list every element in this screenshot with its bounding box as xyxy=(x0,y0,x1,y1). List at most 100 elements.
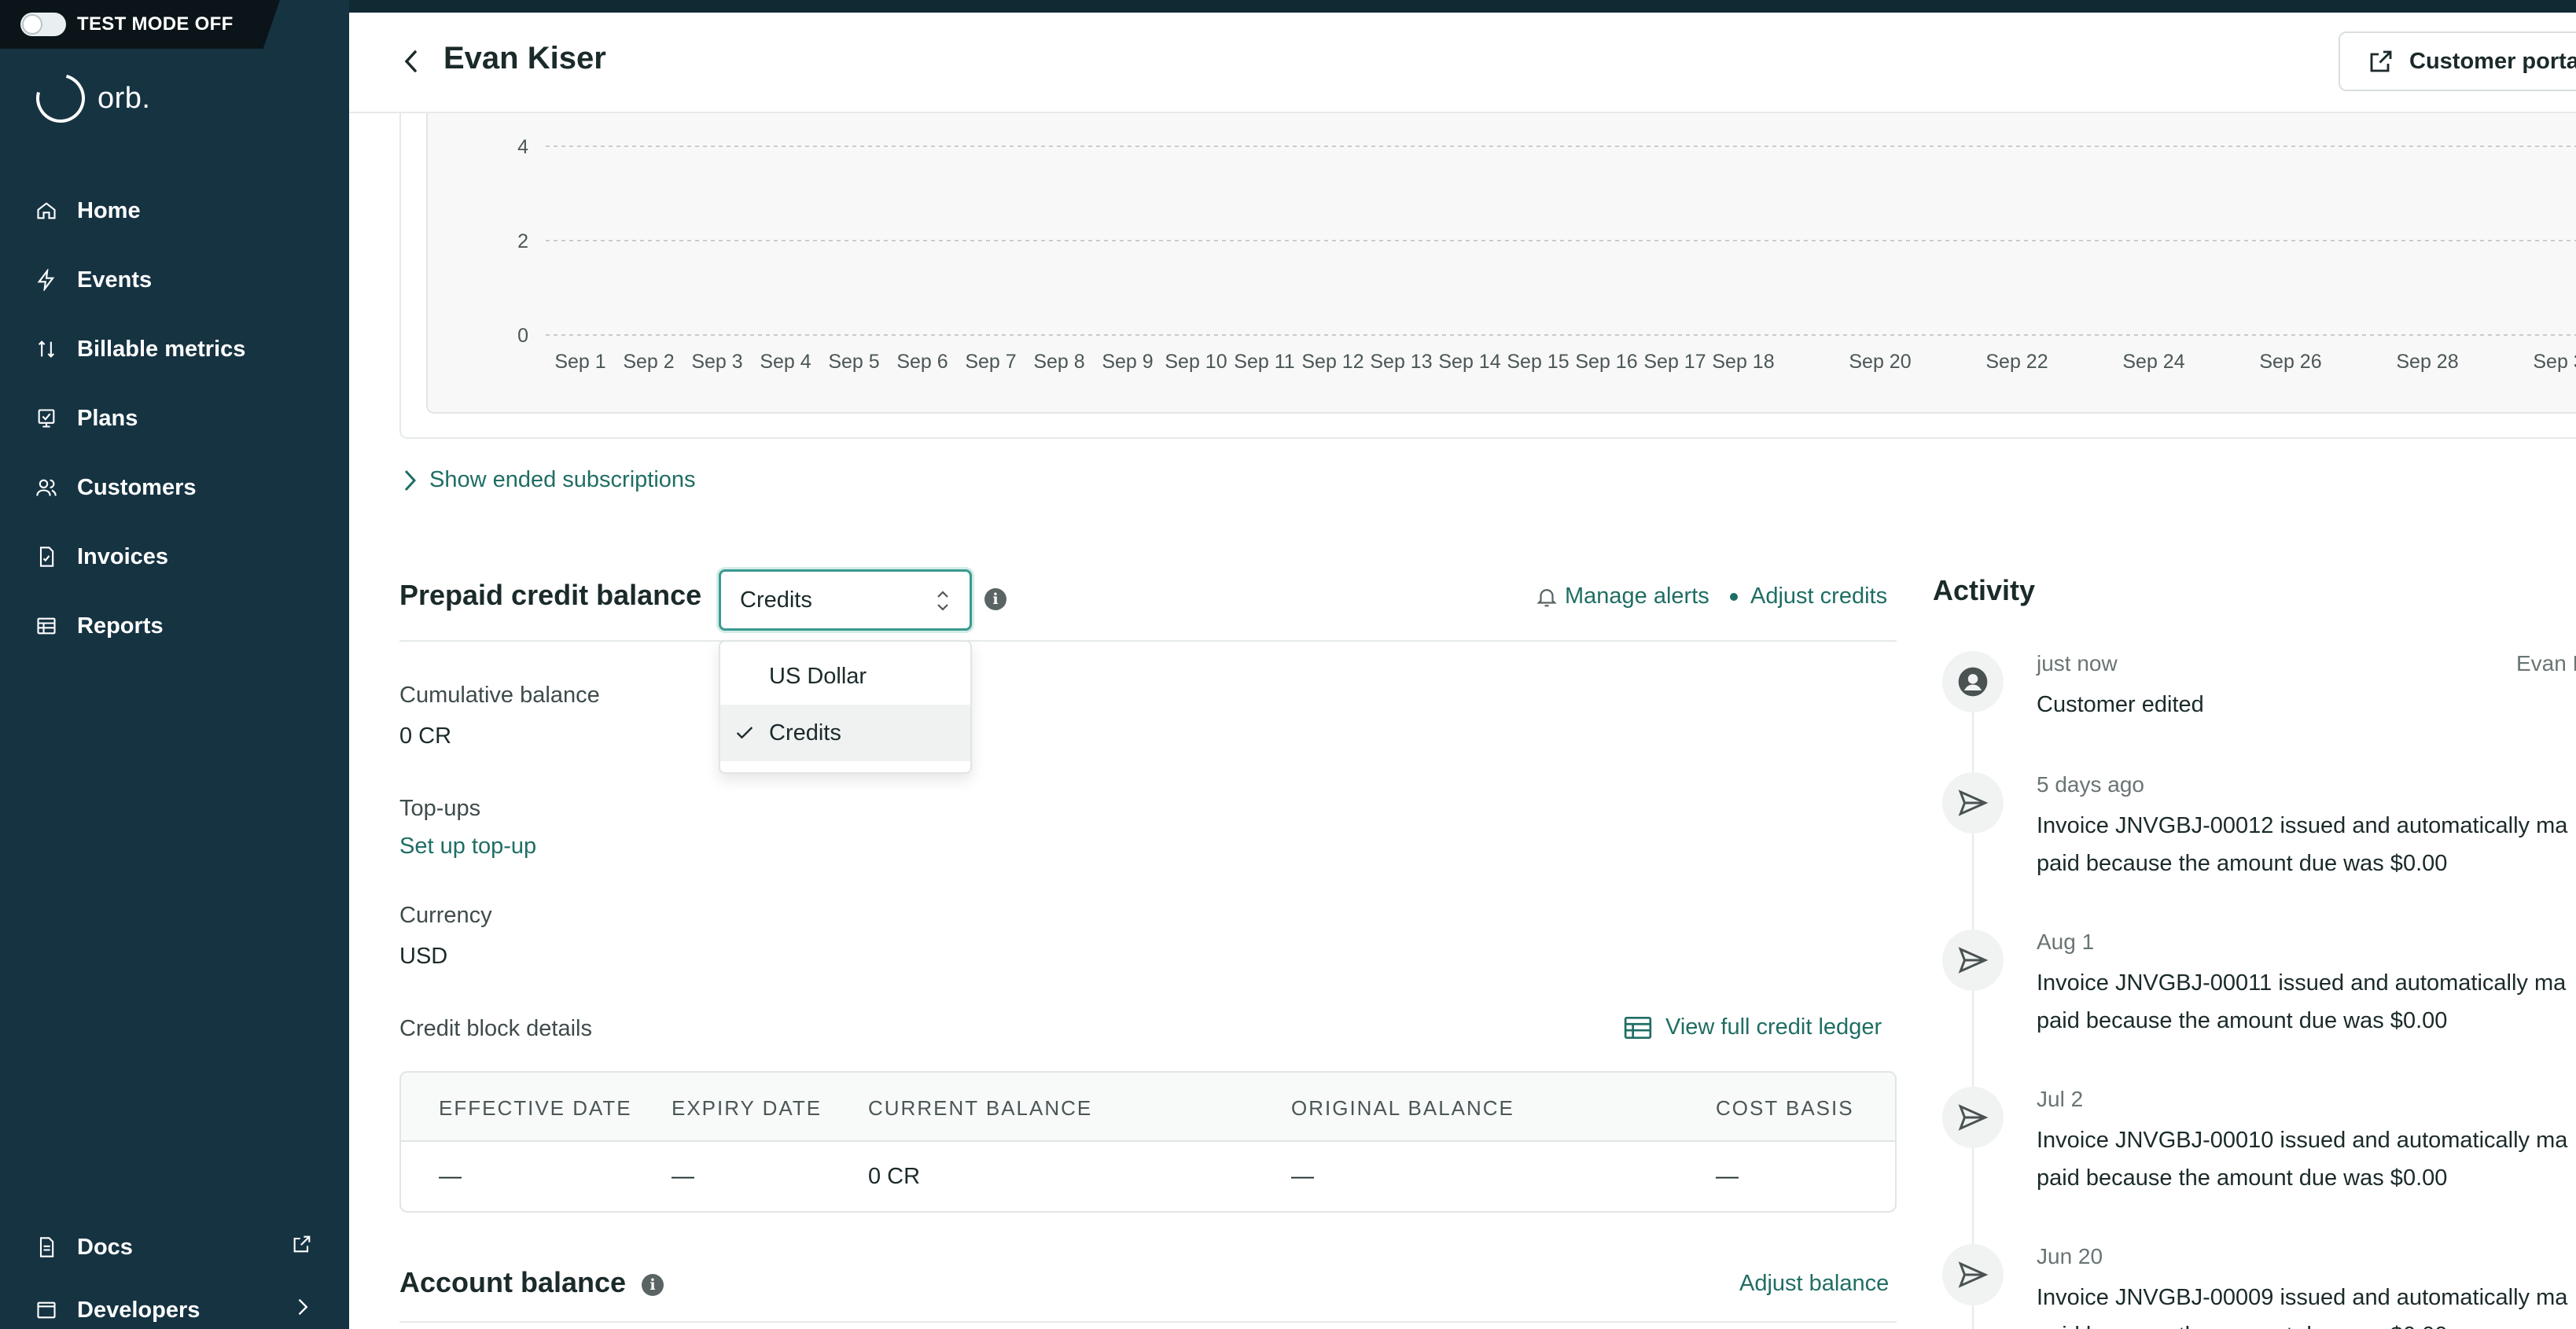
plan-icon xyxy=(35,407,58,430)
credit-block-table: EFFECTIVE DATE EXPIRY DATE CURRENT BALAN… xyxy=(399,1071,1897,1213)
activity-line: Invoice JNVGBJ-00011 issued and automati… xyxy=(2037,970,2567,996)
home-icon xyxy=(35,199,58,223)
x-tick-label: Sep 6 xyxy=(896,351,948,373)
toggle-switch[interactable] xyxy=(20,13,66,36)
manage-alerts-link[interactable]: Manage alerts xyxy=(1535,584,1709,609)
table-cell: — xyxy=(439,1164,462,1189)
external-link-icon xyxy=(2370,50,2392,72)
sidebar-item-reports[interactable]: Reports xyxy=(0,591,349,661)
lightning-icon xyxy=(35,268,58,292)
sidebar-item-billable-metrics[interactable]: Billable metrics xyxy=(0,315,349,384)
page-title: Evan Kiser xyxy=(443,41,606,75)
currency-select[interactable]: Credits xyxy=(719,569,972,631)
back-arrow-icon[interactable] xyxy=(399,46,423,77)
chart-svg: 4 2 0 Sep 1 Sep 2 Sep 3 Sep 4 Sep 5 Sep 6 Sep 7 Se… xyxy=(517,136,2576,373)
activity-time: just now xyxy=(2037,651,2118,676)
activity-time: Jun 20 xyxy=(2037,1244,2103,1268)
prepaid-credit-balance-title: Prepaid credit balance xyxy=(399,579,702,611)
setup-topup-label: Set up top-up xyxy=(399,834,537,859)
x-tick-label: Sep 7 xyxy=(965,351,1016,373)
test-mode-label: TEST MODE OFF xyxy=(77,13,234,35)
setup-topup-link[interactable]: Set up top-up xyxy=(399,834,536,860)
select-caret-icon xyxy=(937,591,948,611)
cumulative-balance-label: Cumulative balance xyxy=(399,683,600,708)
table-cell: — xyxy=(1291,1164,1314,1189)
sidebar-item-label: Billable metrics xyxy=(77,336,246,362)
show-ended-subscriptions-link[interactable]: Show ended subscriptions xyxy=(399,467,696,493)
x-tick-label: Sep 8 xyxy=(1033,351,1084,373)
activity-line: Invoice JNVGBJ-00012 issued and automati… xyxy=(2037,813,2568,838)
table-row: — — 0 CR — — xyxy=(401,1142,1895,1211)
y-tick-label: 2 xyxy=(517,230,528,252)
top-strip xyxy=(0,0,2576,13)
x-tick-label: Sep 3 xyxy=(691,351,742,373)
sidebar-item-plans[interactable]: Plans xyxy=(0,384,349,453)
view-credit-ledger-link[interactable]: View full credit ledger xyxy=(1623,1014,1882,1040)
y-tick-label: 4 xyxy=(517,136,528,158)
dropdown-option-us-dollar[interactable]: US Dollar xyxy=(720,648,970,705)
x-tick-label: Sep 18 xyxy=(1712,351,1774,373)
column-header: ORIGINAL BALANCE xyxy=(1291,1096,1514,1120)
customer-portal-label: Customer portal xyxy=(2409,48,2576,74)
x-tick-label: Sep 10 xyxy=(1165,351,1227,373)
sidebar-item-label: Invoices xyxy=(77,543,169,569)
info-icon[interactable]: i xyxy=(984,588,1006,610)
account-balance-title: Account balance xyxy=(399,1266,627,1298)
column-header: COST BASIS xyxy=(1716,1096,1854,1120)
x-tick-label: Sep 16 xyxy=(1575,351,1637,373)
info-icon[interactable]: i xyxy=(642,1274,664,1296)
users-icon xyxy=(35,476,58,499)
table-cell: — xyxy=(672,1164,694,1189)
table-header: EFFECTIVE DATE EXPIRY DATE CURRENT BALAN… xyxy=(401,1073,1895,1142)
x-tick-label: Sep 12 xyxy=(1301,351,1363,373)
brand-logo[interactable]: orb. xyxy=(27,64,151,132)
sidebar-item-docs[interactable]: Docs xyxy=(0,1216,349,1279)
test-mode-toggle[interactable]: TEST MODE OFF xyxy=(0,0,280,49)
adjust-credits-link[interactable]: Adjust credits xyxy=(1750,584,1887,609)
sidebar-item-events[interactable]: Events xyxy=(0,245,349,315)
activity-line: paid because the amount due was $0.00 xyxy=(2037,851,2448,876)
table-icon xyxy=(35,614,58,638)
show-ended-label: Show ended subscriptions xyxy=(429,467,696,492)
activity-time: Aug 1 xyxy=(2037,930,2095,954)
activity-text: Invoice JNVGBJ-00012 issued and automati… xyxy=(2037,807,2567,882)
sidebar-item-invoices[interactable]: Invoices xyxy=(0,522,349,591)
activity-time: Jul 2 xyxy=(2037,1087,2084,1111)
sidebar-item-customers[interactable]: Customers xyxy=(0,453,349,522)
brand-name: orb. xyxy=(98,81,151,115)
cumulative-balance-value: 0 CR xyxy=(399,723,452,749)
sidebar-item-label: Reports xyxy=(77,613,164,639)
terminal-icon xyxy=(35,1298,58,1322)
doc-icon xyxy=(35,1235,58,1259)
x-tick-label: Sep 2 xyxy=(623,351,674,373)
currency-label: Currency xyxy=(399,903,492,928)
activity-time: 5 days ago xyxy=(2037,772,2144,797)
activity-text: Invoice JNVGBJ-00011 issued and automati… xyxy=(2037,964,2566,1040)
y-tick-label: 0 xyxy=(517,325,528,347)
x-tick-label: Sep 15 xyxy=(1507,351,1569,373)
customer-portal-button[interactable]: Customer portal xyxy=(2339,31,2576,91)
currency-dropdown-menu: US Dollar Credits xyxy=(719,640,972,774)
topups-label: Top-ups xyxy=(399,796,481,821)
adjust-balance-link[interactable]: Adjust balance xyxy=(1739,1271,1889,1297)
view-credit-ledger-label: View full credit ledger xyxy=(1665,1014,1882,1040)
x-tick-label: Sep 30 xyxy=(2533,351,2576,373)
sidebar-item-developers[interactable]: Developers xyxy=(0,1279,349,1329)
currency-select-value: Credits xyxy=(740,587,812,613)
send-icon xyxy=(1942,772,2004,834)
page-header: Evan Kiser Customer portal xyxy=(349,13,2576,113)
adjust-balance-label: Adjust balance xyxy=(1739,1271,1890,1296)
main-content: 4 2 0 Sep 1 Sep 2 Sep 3 Sep 4 Sep 5 Sep 6 Sep 7 Se… xyxy=(349,13,2576,1329)
dropdown-option-credits[interactable]: Credits xyxy=(720,705,970,761)
checkmark-icon xyxy=(736,727,753,739)
sidebar-item-label: Events xyxy=(77,267,153,293)
sidebar: TEST MODE OFF orb. Home Events Billable … xyxy=(0,0,349,1329)
sidebar-nav: Home Events Billable metrics Plans Custo… xyxy=(0,176,349,661)
arrows-icon xyxy=(35,337,58,361)
option-label: US Dollar xyxy=(769,663,867,689)
sidebar-item-home[interactable]: Home xyxy=(0,176,349,245)
sidebar-item-label: Customers xyxy=(77,474,197,500)
chevron-right-icon xyxy=(404,469,417,491)
chevron-right-icon xyxy=(291,1296,313,1324)
activity-text: Invoice JNVGBJ-00010 issued and automati… xyxy=(2037,1121,2567,1197)
